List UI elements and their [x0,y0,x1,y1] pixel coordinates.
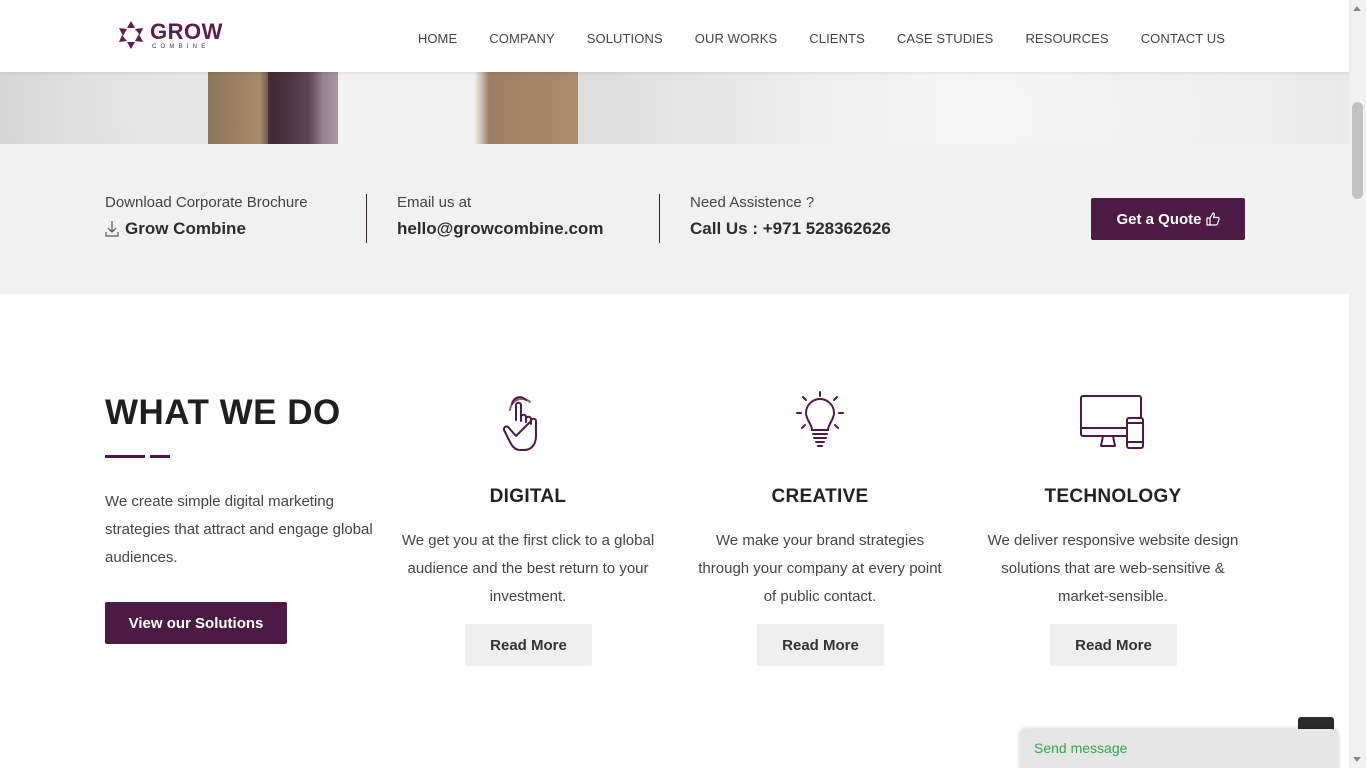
brochure-download-link[interactable]: Grow Combine [105,219,308,239]
service-description: We get you at the first click to a globa… [401,532,655,605]
nav-contact-us[interactable]: CONTACT US [1141,31,1225,46]
section-description: We create simple digital marketing strat… [105,493,373,566]
email-link[interactable]: hello@growcombine.com [397,219,603,239]
nav-clients[interactable]: CLIENTS [809,31,865,46]
nav-our-works[interactable]: OUR WORKS [695,31,778,46]
scroll-up-arrow-icon[interactable] [1353,6,1361,11]
section-title: WHAT WE DO [105,393,341,432]
nav-company[interactable]: COMPANY [489,31,554,46]
nav-solutions[interactable]: SOLUTIONS [587,31,663,46]
download-icon [105,221,119,237]
get-quote-label: Get a Quote [1116,210,1202,228]
assist-label: Need Assistence ? [690,194,815,211]
nav-case-studies[interactable]: CASE STUDIES [897,31,994,46]
get-quote-button[interactable]: Get a Quote [1091,198,1245,240]
thumbs-up-icon [1205,212,1220,226]
hero-image [0,72,1349,144]
read-more-button[interactable]: Read More [465,624,592,666]
logo-tagline: COMBINE [152,43,210,50]
service-title: DIGITAL [489,486,567,507]
hero-person-image [208,72,578,144]
lightbulb-icon [796,391,844,447]
view-solutions-button[interactable]: View our Solutions [105,602,287,644]
brochure-value: Grow Combine [125,219,246,238]
chat-label: Send message [1034,740,1128,756]
scroll-down-arrow-icon[interactable] [1353,757,1361,762]
logo-mark-icon [119,21,143,49]
read-more-button[interactable]: Read More [1050,624,1177,666]
contact-info-bar: Download Corporate Brochure Grow Combine… [0,144,1349,294]
email-block: Email us at hello@growcombine.com [397,194,603,239]
brochure-block: Download Corporate Brochure Grow Combine [105,194,308,239]
email-label: Email us at [397,194,472,211]
nav-resources[interactable]: RESOURCES [1025,31,1108,46]
scrollbar-thumb[interactable] [1352,102,1363,199]
service-description: We deliver responsive website design sol… [987,532,1239,605]
read-more-button[interactable]: Read More [757,624,884,666]
logo-wordmark: GROW [150,18,223,44]
service-card-technology: TECHNOLOGY We deliver responsive website… [983,390,1243,666]
service-description: We make your brand strategies through yo… [698,532,942,605]
phone-block: Need Assistence ? Call Us : +971 5283626… [690,194,891,239]
service-card-digital: DIGITAL We get you at the first click to… [398,390,658,666]
main-nav: HOME COMPANY SOLUTIONS OUR WORKS CLIENTS… [386,31,1225,46]
chat-widget[interactable]: Send message [1019,729,1339,768]
nav-home[interactable]: HOME [418,31,457,46]
phone-link[interactable]: Call Us : +971 528362626 [690,219,891,239]
pointer-hand-icon [502,396,537,451]
service-card-creative: CREATIVE We make your brand strategies t… [690,390,950,666]
devices-icon [1080,395,1144,449]
divider [659,194,660,243]
logo[interactable]: GROW COMBINE [116,18,223,52]
service-title: TECHNOLOGY [1044,486,1182,507]
page-scrollbar[interactable] [1349,0,1366,768]
divider [366,194,367,243]
site-header: GROW COMBINE HOME COMPANY SOLUTIONS OUR … [0,0,1349,72]
brochure-label: Download Corporate Brochure [105,194,308,211]
service-title: CREATIVE [771,486,869,507]
